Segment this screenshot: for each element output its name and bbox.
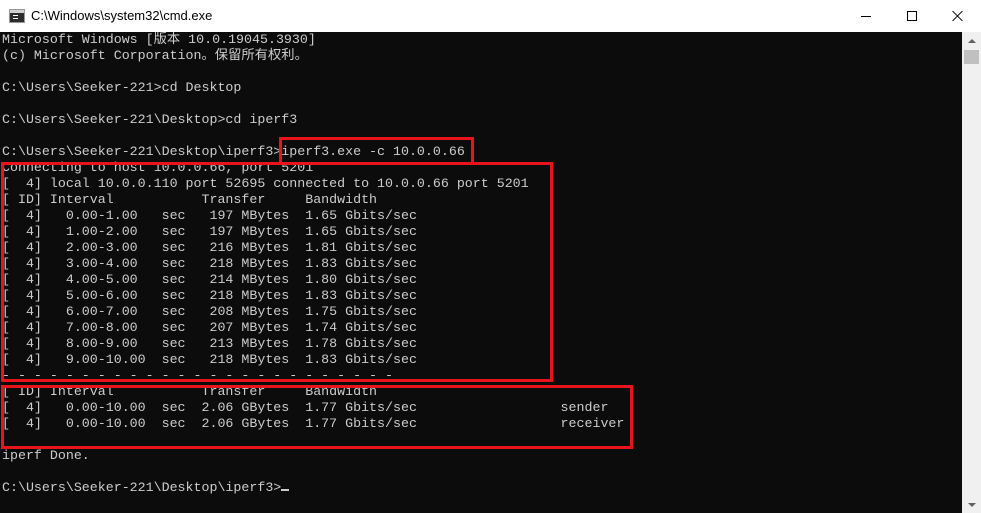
window-title: C:\Windows\system32\cmd.exe — [31, 8, 213, 23]
minimize-icon — [861, 15, 871, 17]
cmd-console-icon[interactable] — [9, 9, 25, 23]
console-line: C:\Users\Seeker-221\Desktop\iperf3> — [2, 480, 624, 496]
chevron-down-icon — [967, 502, 976, 507]
chevron-up-icon — [967, 38, 976, 43]
console-line: [ 4] 2.00-3.00 sec 216 MBytes 1.81 Gbits… — [2, 240, 417, 255]
maximize-icon — [907, 11, 917, 21]
maximize-button[interactable] — [889, 0, 935, 32]
console-line: [ 4] 6.00-7.00 sec 208 MBytes 1.75 Gbits… — [2, 304, 417, 319]
console-line: [ 4] 0.00-10.00 sec 2.06 GBytes 1.77 Gbi… — [2, 416, 625, 431]
title-bar[interactable]: C:\Windows\system32\cmd.exe — [0, 0, 981, 32]
console-line: [ 4] 5.00-6.00 sec 218 MBytes 1.83 Gbits… — [2, 288, 417, 303]
console-line: Microsoft Windows [版本 10.0.19045.3930] — [2, 32, 316, 47]
console-line: Connecting to host 10.0.0.66, port 5201 — [2, 160, 314, 175]
vertical-scrollbar[interactable] — [962, 32, 981, 513]
console-line: [ 4] 7.00-8.00 sec 207 MBytes 1.74 Gbits… — [2, 320, 417, 335]
scrollbar-thumb[interactable] — [964, 50, 979, 64]
cmd-window: C:\Windows\system32\cmd.exe Microsoft Wi… — [0, 0, 981, 513]
console-line: C:\Users\Seeker-221>cd Desktop — [2, 80, 242, 95]
minimize-button[interactable] — [843, 0, 889, 32]
console-line: [ 4] 9.00-10.00 sec 218 MBytes 1.83 Gbit… — [2, 352, 417, 367]
console-line: [ 4] 3.00-4.00 sec 218 MBytes 1.83 Gbits… — [2, 256, 417, 271]
console-line: [ 4] 8.00-9.00 sec 213 MBytes 1.78 Gbits… — [2, 336, 417, 351]
console-text: Microsoft Windows [版本 10.0.19045.3930] (c… — [2, 32, 624, 496]
console-line: [ ID] Interval Transfer Bandwidth — [2, 192, 378, 207]
console-line: (c) Microsoft Corporation。保留所有权利。 — [2, 48, 308, 63]
console-line: [ ID] Interval Transfer Bandwidth — [2, 384, 378, 399]
scroll-down-button[interactable] — [962, 496, 981, 513]
console-line: C:\Users\Seeker-221\Desktop\iperf3>iperf… — [2, 144, 465, 159]
console-line: [ 4] 1.00-2.00 sec 197 MBytes 1.65 Gbits… — [2, 224, 417, 239]
console-line: iperf Done. — [2, 448, 90, 463]
console-line: [ 4] local 10.0.0.110 port 52695 connect… — [2, 176, 529, 191]
console-line: [ 4] 4.00-5.00 sec 214 MBytes 1.80 Gbits… — [2, 272, 417, 287]
console-line: [ 4] 0.00-1.00 sec 197 MBytes 1.65 Gbits… — [2, 208, 417, 223]
console-line: [ 4] 0.00-10.00 sec 2.06 GBytes 1.77 Gbi… — [2, 400, 609, 415]
console-output[interactable]: Microsoft Windows [版本 10.0.19045.3930] (c… — [0, 32, 962, 513]
scroll-up-button[interactable] — [962, 32, 981, 49]
console-line: - - - - - - - - - - - - - - - - - - - - … — [2, 368, 393, 383]
close-button[interactable] — [935, 0, 981, 32]
text-cursor — [281, 489, 290, 491]
close-icon — [952, 10, 964, 22]
console-line: C:\Users\Seeker-221\Desktop>cd iperf3 — [2, 112, 298, 127]
